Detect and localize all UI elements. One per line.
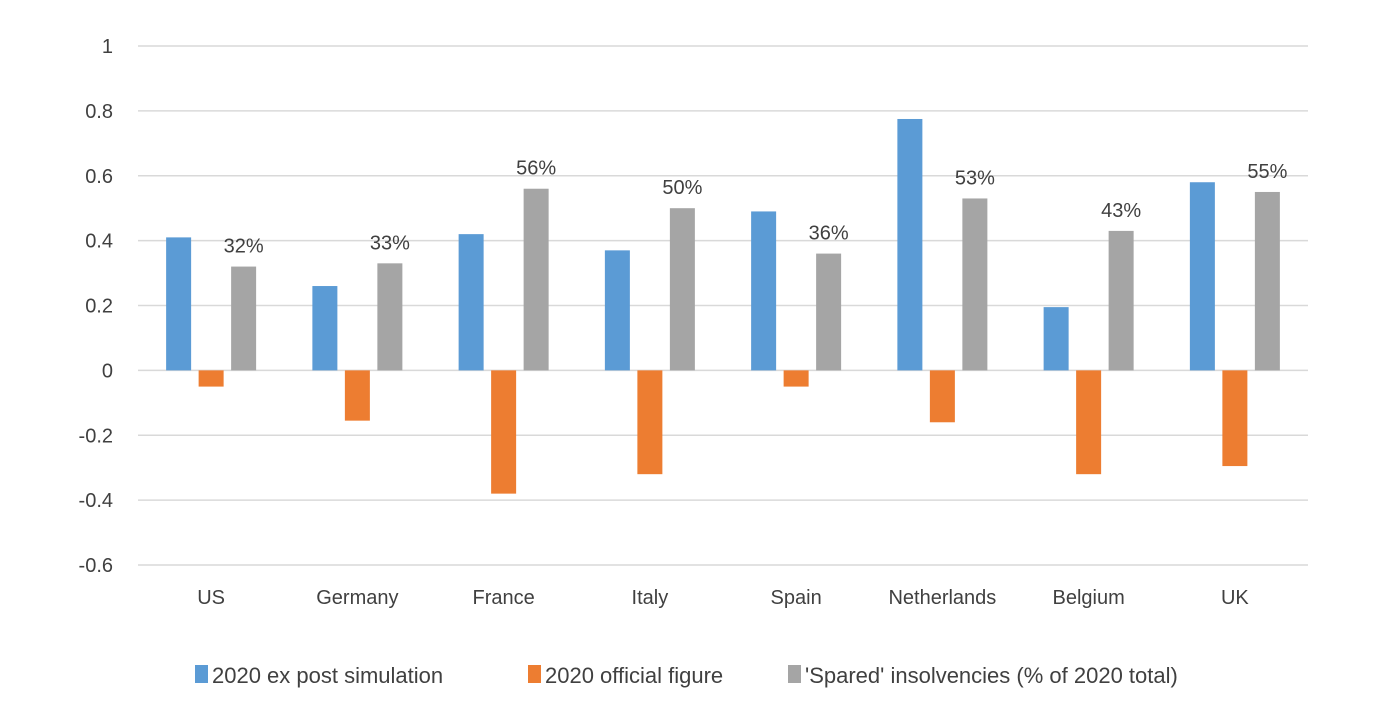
x-axis-categories: US Germany France Italy Spain Netherlands Belg… [197, 587, 1249, 609]
bar-spain-series-2 [783, 370, 809, 387]
data-label: 53% [955, 167, 995, 189]
data-label: 36% [809, 223, 849, 245]
legend-swatch [788, 665, 801, 683]
bar-netherlands-series-1 [897, 118, 923, 371]
x-category-label: Italy [632, 587, 669, 609]
bar-france-series-2 [491, 370, 517, 494]
bar-belgium-series-3 [1108, 230, 1134, 371]
x-category-label: US [197, 587, 225, 609]
legend-swatch [195, 665, 208, 683]
bar-spain-series-3 [816, 253, 842, 371]
bar-uk-series-2 [1222, 370, 1248, 467]
legend-swatch [528, 665, 541, 683]
legend-item: 2020 official figure [528, 663, 723, 688]
data-label: 33% [370, 232, 410, 254]
x-category-label: Netherlands [888, 587, 996, 609]
legend-label: 'Spared' insolvencies (% of 2020 total) [805, 663, 1178, 688]
data-label: 56% [516, 158, 556, 180]
bar-spain-series-1 [751, 211, 777, 371]
bar-us-series-3 [231, 266, 257, 371]
bar-italy-series-2 [637, 370, 663, 475]
bar-us-series-1 [166, 237, 192, 371]
data-label: 32% [224, 236, 264, 258]
legend-label: 2020 official figure [545, 663, 723, 688]
bar-belgium-series-1 [1043, 307, 1069, 371]
x-category-label: UK [1221, 587, 1249, 609]
bar-uk-series-1 [1189, 182, 1215, 371]
bar-germany-series-3 [377, 263, 403, 371]
bar-netherlands-series-3 [962, 198, 988, 371]
y-tick-label: -0.6 [79, 555, 113, 577]
bar-italy-series-1 [604, 250, 630, 371]
bar-germany-series-1 [312, 286, 338, 371]
y-tick-label: -0.4 [79, 490, 113, 512]
bar-italy-series-3 [669, 208, 695, 371]
bar-uk-series-3 [1254, 191, 1280, 371]
y-tick-label: 0.6 [85, 166, 113, 188]
legend-item: 2020 ex post simulation [195, 663, 443, 688]
x-category-label: Germany [316, 587, 398, 609]
bar-belgium-series-2 [1076, 370, 1102, 475]
data-label: 55% [1247, 161, 1287, 183]
bar-germany-series-2 [344, 370, 370, 421]
bar-netherlands-series-2 [929, 370, 955, 423]
y-tick-label: 0 [102, 360, 113, 382]
legend-label: 2020 ex post simulation [212, 663, 443, 688]
x-category-label: France [473, 587, 535, 609]
y-tick-label: 0.2 [85, 296, 113, 318]
data-label: 50% [662, 177, 702, 199]
y-tick-label: -0.2 [79, 425, 113, 447]
y-axis-ticks: 1 0.8 0.6 0.4 0.2 0 -0.2 -0.4 -0.6 [79, 36, 113, 577]
data-label: 43% [1101, 200, 1141, 222]
legend: 2020 ex post simulation 2020 official fig… [195, 663, 1178, 688]
x-category-label: Belgium [1052, 587, 1124, 609]
x-category-label: Spain [771, 587, 822, 609]
bar-us-series-2 [198, 370, 224, 387]
legend-item: 'Spared' insolvencies (% of 2020 total) [788, 663, 1178, 688]
y-tick-label: 0.8 [85, 101, 113, 123]
y-tick-label: 0.4 [85, 231, 113, 253]
bar-france-series-3 [523, 188, 549, 371]
bar-chart: 1 0.8 0.6 0.4 0.2 0 -0.2 -0.4 -0.6 32% 33% 56% 50% 3… [79, 36, 1308, 688]
bar-france-series-1 [458, 234, 484, 371]
y-tick-label: 1 [102, 36, 113, 58]
